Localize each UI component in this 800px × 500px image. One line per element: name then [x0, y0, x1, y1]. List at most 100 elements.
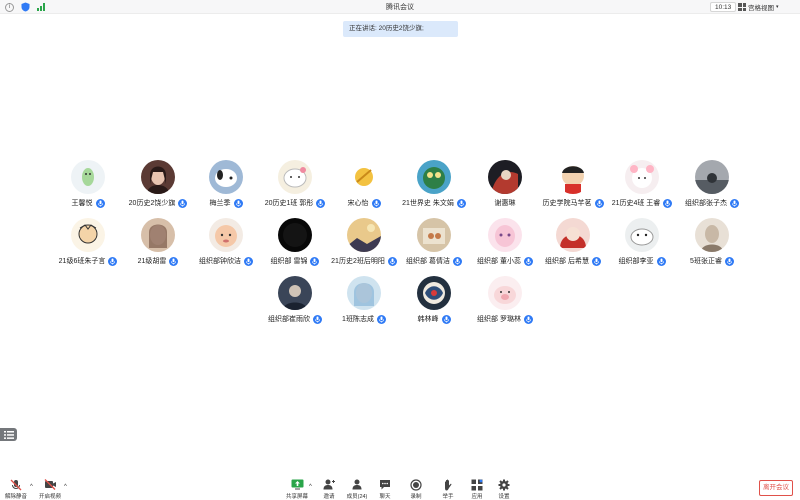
participant-name: 王馨悦: [71, 200, 93, 207]
avatar: [347, 276, 381, 310]
avatar: [141, 218, 175, 252]
participant-name: 21级胡雷: [137, 258, 167, 265]
avatar: [347, 218, 381, 252]
avatar: [141, 160, 175, 194]
chevron-up-icon[interactable]: ^: [309, 484, 312, 490]
avatar: [278, 160, 312, 194]
mic-on-icon: [724, 256, 734, 266]
participant-name: 组织部 罗璐林: [477, 316, 521, 323]
avatar: [71, 160, 105, 194]
share-screen-button[interactable]: 共享屏幕: [282, 479, 312, 500]
share-screen-label: 共享屏幕: [285, 494, 308, 500]
avatar: [488, 160, 522, 194]
participant-name: 5班张正睿: [690, 258, 722, 265]
mic-on-icon: [730, 198, 739, 208]
mic-on-icon: [169, 256, 179, 266]
mic-on-icon: [371, 198, 381, 208]
mic-on-icon: [95, 198, 105, 208]
invite-icon: [323, 479, 336, 490]
avatar: [695, 218, 729, 252]
participant-name-row: 组织部 罗璐林: [460, 314, 550, 324]
chat-button[interactable]: 聊天: [370, 479, 400, 500]
avatar: [488, 218, 522, 252]
participant-name: 1班陈志成: [342, 316, 374, 323]
members-button[interactable]: 成员(24): [342, 479, 372, 500]
raise-hand-button[interactable]: 举手: [433, 478, 463, 500]
participant-name: 宋心怡: [347, 200, 369, 207]
participant-name: 21世界史 朱文娟: [402, 200, 454, 207]
view-mode-label: 宫格视图: [748, 5, 774, 12]
invite-button[interactable]: 邀请: [314, 479, 344, 500]
invite-label: 邀请: [323, 494, 335, 500]
mic-muted-icon: [10, 479, 23, 490]
avatar: [347, 160, 381, 194]
members-label: 成员(24): [346, 494, 368, 500]
record-label: 录制: [410, 494, 422, 500]
participant-name: 梅兰季: [209, 200, 231, 207]
chevron-up-icon[interactable]: ^: [30, 484, 33, 490]
participant-name: 组织部 雷锦: [270, 258, 308, 265]
list-toggle-button[interactable]: [0, 428, 17, 441]
mic-on-icon: [441, 314, 451, 324]
record-icon: [410, 478, 423, 491]
leave-meeting-button[interactable]: 离开会议: [759, 480, 793, 496]
avatar: [488, 276, 522, 310]
participant-name: 组织部崔雨欣: [268, 316, 310, 323]
members-icon: [351, 479, 364, 490]
participant-name: 谢惠琳: [494, 200, 516, 207]
settings-button[interactable]: 设置: [489, 479, 519, 500]
participant-name: 韩林峰: [417, 316, 439, 323]
grid-view-icon: [738, 3, 746, 11]
participant-name: 20历史1班 郭彤: [264, 200, 314, 207]
avatar: [209, 218, 243, 252]
avatar: [625, 218, 659, 252]
avatar: [695, 160, 729, 194]
start-video-label: 开启视频: [38, 494, 61, 500]
title-bar: i 腾讯会议 10:13 宫格视图 ▾: [0, 0, 800, 14]
record-button[interactable]: 录制: [401, 478, 431, 500]
mic-on-icon: [376, 314, 386, 324]
participant-name-row: 5班张正睿: [667, 256, 757, 266]
apps-button[interactable]: 应用: [462, 479, 492, 500]
chevron-down-icon: ▾: [776, 4, 779, 10]
meeting-time: 10:13: [710, 2, 737, 12]
participant-name: 21历史4班 王睿: [611, 200, 661, 207]
start-video-button[interactable]: 开启视频: [35, 479, 65, 500]
chevron-up-icon[interactable]: ^: [64, 484, 67, 490]
avatar: [209, 160, 243, 194]
avatar: [71, 218, 105, 252]
hand-icon: [442, 478, 455, 490]
participant-tile[interactable]: 5班张正睿: [667, 218, 757, 274]
avatar: [625, 160, 659, 194]
mic-on-icon: [233, 198, 243, 208]
unmute-button[interactable]: 解除静音: [1, 479, 31, 500]
avatar: [417, 218, 451, 252]
avatar: [556, 218, 590, 252]
avatar: [556, 160, 590, 194]
participant-name: 组织部 后希慧: [545, 258, 589, 265]
participant-name: 组织部 董小蕊: [477, 258, 521, 265]
raise-hand-label: 举手: [442, 494, 454, 500]
settings-label: 设置: [498, 494, 510, 500]
participant-name: 21级6班朱子言: [58, 258, 106, 265]
participant-name: 组织部张子杰: [685, 200, 727, 207]
mic-on-icon: [523, 314, 533, 324]
window-title: 腾讯会议: [386, 4, 414, 11]
avatar: [417, 276, 451, 310]
apps-label: 应用: [471, 494, 483, 500]
participant-name: 组织部 葛倩洁: [406, 258, 450, 265]
participant-name: 组织部李亚: [618, 258, 654, 265]
mic-on-icon: [656, 256, 666, 266]
participant-name: 21历史2班后明阳: [331, 258, 385, 265]
avatar: [278, 276, 312, 310]
gear-icon: [498, 479, 511, 490]
camera-off-icon: [44, 479, 57, 490]
chat-icon: [379, 479, 392, 490]
unmute-label: 解除静音: [4, 494, 27, 500]
participant-tile[interactable]: 组织部张子杰: [667, 160, 757, 216]
participant-name: 组织部钟欣洁: [199, 258, 241, 265]
participant-tile[interactable]: 组织部 罗璐林: [460, 276, 550, 332]
participant-name-row: 组织部张子杰: [667, 198, 757, 208]
participant-name: 20历史2饶少旗: [128, 200, 176, 207]
view-mode-button[interactable]: 宫格视图 ▾: [738, 2, 779, 12]
